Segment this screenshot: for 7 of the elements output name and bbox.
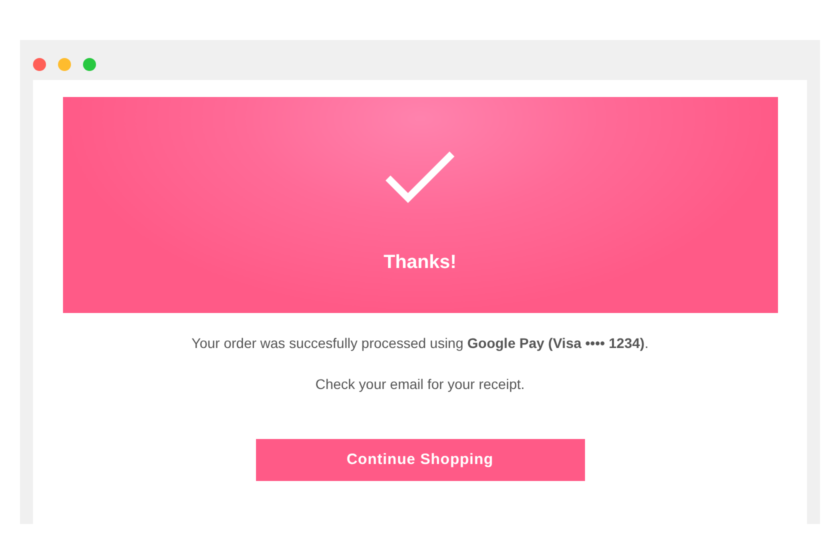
minimize-icon[interactable] (58, 58, 71, 70)
order-message: Your order was succesfully processed using Google Pay (Visa •••• 1234). (192, 334, 648, 353)
banner-title: Thanks! (384, 251, 456, 275)
receipt-note: Check your email for your receipt. (315, 375, 525, 394)
maximize-icon[interactable] (83, 58, 96, 70)
close-icon[interactable] (33, 58, 46, 70)
continue-shopping-button[interactable]: Continue Shopping (256, 439, 584, 481)
